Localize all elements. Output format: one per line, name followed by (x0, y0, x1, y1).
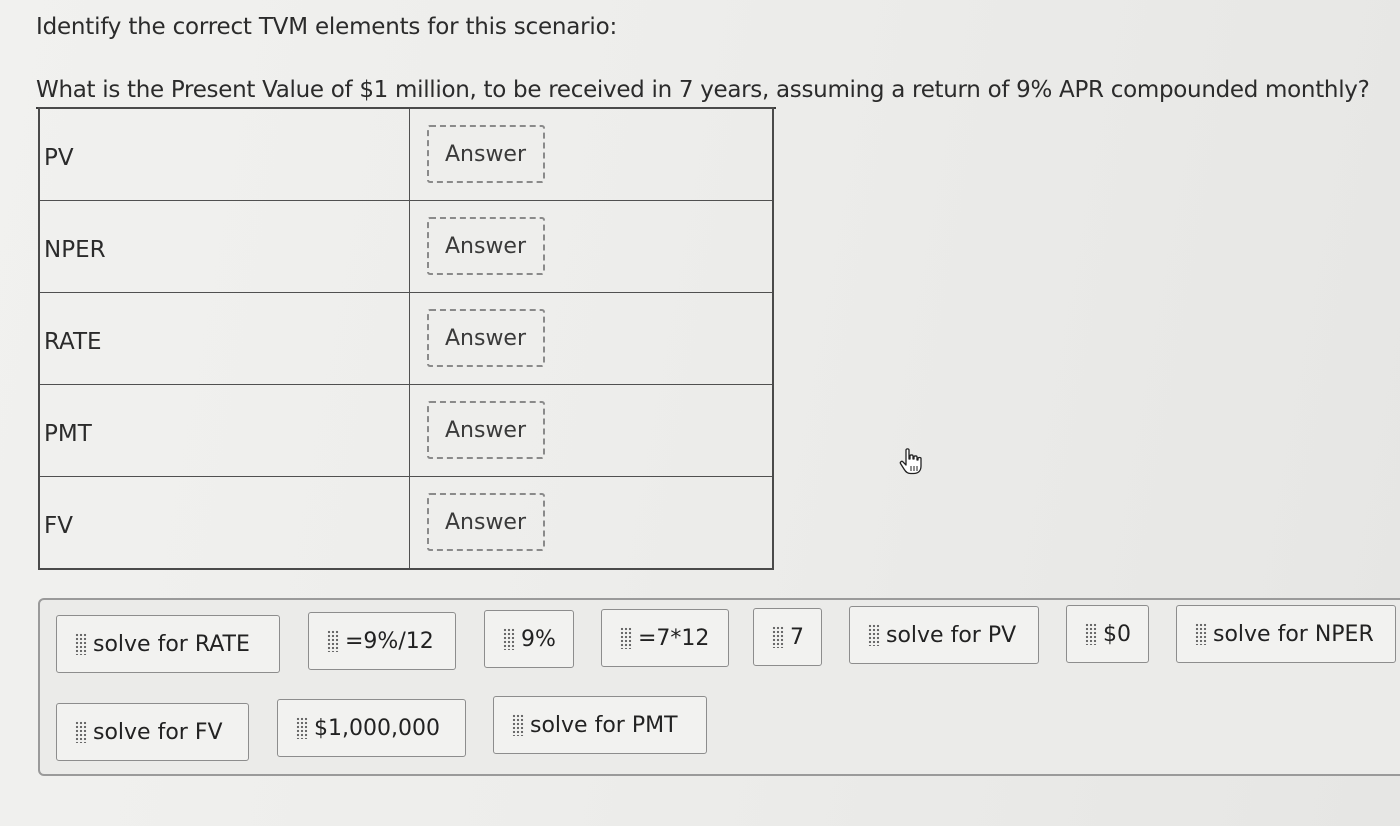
drag-handle-icon (868, 624, 880, 646)
drag-handle-icon (1195, 623, 1207, 645)
answer-chip[interactable]: $1,000,000 (277, 699, 466, 757)
answer-cell: Answer (408, 476, 774, 570)
drag-handle-icon (503, 628, 515, 650)
answer-chip[interactable]: =9%/12 (308, 612, 456, 670)
chip-label: =7*12 (638, 625, 710, 651)
table-row: FV Answer (38, 476, 774, 570)
chip-label: solve for FV (93, 719, 223, 745)
answer-chip[interactable]: solve for NPER (1176, 605, 1396, 663)
drag-handle-icon (772, 626, 784, 648)
table-row: PMT Answer (38, 384, 774, 477)
chip-label: solve for PV (886, 622, 1017, 648)
drag-handle-icon (620, 627, 632, 649)
drag-handle-icon (75, 633, 87, 655)
instructions-text: Identify the correct TVM elements for th… (36, 14, 618, 40)
table-row: NPER Answer (38, 200, 774, 293)
chip-label: solve for RATE (93, 631, 250, 657)
row-label-rate: RATE (38, 292, 410, 385)
answer-cell: Answer (408, 384, 774, 477)
hand-pointer-icon (899, 448, 922, 475)
chip-label: solve for PMT (530, 712, 678, 738)
question-text: What is the Present Value of $1 million,… (36, 77, 1370, 103)
chip-label: $1,000,000 (314, 715, 440, 741)
answer-dropzone-pmt[interactable]: Answer (426, 401, 545, 459)
drag-handle-icon (75, 721, 87, 743)
answer-chip[interactable]: solve for PMT (493, 696, 707, 754)
row-label-nper: NPER (38, 200, 410, 293)
row-label-fv: FV (38, 476, 410, 570)
drag-handle-icon (1085, 623, 1097, 645)
chip-label: $0 (1103, 621, 1131, 647)
drag-handle-icon (512, 714, 524, 736)
answer-chip[interactable]: solve for RATE (56, 615, 280, 673)
table-row: PV Answer (38, 107, 774, 201)
chip-label: solve for NPER (1213, 621, 1374, 647)
answer-chip[interactable]: $0 (1066, 605, 1149, 663)
answer-chip[interactable]: solve for FV (56, 703, 249, 761)
answer-chip[interactable]: solve for PV (849, 606, 1039, 664)
answer-chip[interactable]: =7*12 (601, 609, 729, 667)
chip-label: 7 (790, 624, 804, 650)
answer-cell: Answer (408, 107, 774, 201)
page: Identify the correct TVM elements for th… (0, 0, 1400, 826)
drag-handle-icon (296, 717, 308, 739)
drag-handle-icon (327, 630, 339, 652)
answer-cell: Answer (408, 292, 774, 385)
answer-dropzone-fv[interactable]: Answer (426, 493, 545, 551)
answer-dropzone-rate[interactable]: Answer (426, 309, 545, 367)
answer-chip[interactable]: 7 (753, 608, 822, 666)
tvm-table: PV Answer NPER Answer RATE Answer PMT An… (38, 107, 774, 570)
chip-label: 9% (521, 626, 556, 652)
answer-cell: Answer (408, 200, 774, 293)
answer-dropzone-nper[interactable]: Answer (426, 217, 545, 275)
table-row: RATE Answer (38, 292, 774, 385)
answer-dropzone-pv[interactable]: Answer (426, 125, 545, 183)
row-label-pmt: PMT (38, 384, 410, 477)
chip-label: =9%/12 (345, 628, 434, 654)
row-label-pv: PV (38, 107, 410, 201)
answer-chip[interactable]: 9% (484, 610, 574, 668)
